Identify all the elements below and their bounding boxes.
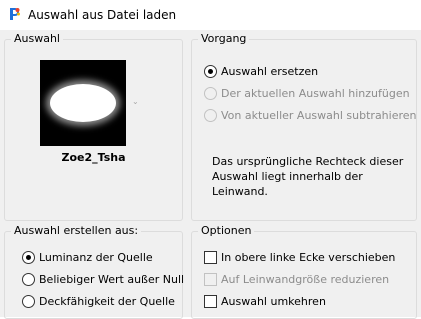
radio-button[interactable] [22,295,35,308]
radio-button-disabled [204,109,217,122]
radio-label: Auswahl ersetzen [221,65,319,78]
radio-button-checked[interactable] [204,65,217,78]
vorgang-group: Vorgang Auswahl ersetzen Der aktuellen A… [191,32,417,221]
optionen-group: Optionen In obere linke Ecke verschieben… [191,224,417,319]
radio-label: Deckfähigkeit der Quelle [39,295,175,308]
selection-name: Zoe2_Tsha [61,151,126,164]
auswahl-group-label: Auswahl [11,32,63,46]
optionen-group-label: Optionen [198,224,255,238]
checkbox-label: Auf Leinwandgröße reduzieren [221,273,390,286]
dialog-body: Auswahl ⌄ Zoe2_Tsha Vorgang Auswahl erse… [0,30,421,319]
auswahl-group: Auswahl ⌄ Zoe2_Tsha [4,32,183,221]
window-title: Auswahl aus Datei laden [28,8,177,22]
checkbox-label: Auswahl umkehren [221,295,326,308]
checkbox-label: In obere linke Ecke verschieben [221,251,396,264]
selection-preview-thumbnail[interactable] [40,60,126,146]
radio-label: Von aktueller Auswahl subtrahieren [221,109,417,122]
radio-label: Der aktuellen Auswahl hinzufügen [221,87,410,100]
selection-preview-shape [50,84,116,122]
radio-button-disabled [204,87,217,100]
chevron-down-icon[interactable]: ⌄ [132,98,139,106]
title-bar: Auswahl aus Datei laden [0,0,421,30]
radio-label: Luminanz der Quelle [39,251,153,264]
psp-app-icon [10,8,20,20]
vorgang-group-label: Vorgang [198,32,250,46]
checkbox-disabled [204,273,217,286]
info-text: Das ursprüngliche Rechteck dieser Auswah… [212,155,404,198]
auswahl-erstellen-group-label: Auswahl erstellen aus: [11,224,142,238]
radio-button-checked[interactable] [22,251,35,264]
checkbox[interactable] [204,251,217,264]
auswahl-erstellen-group: Auswahl erstellen aus: Luminanz der Quel… [4,224,185,319]
checkbox[interactable] [204,295,217,308]
radio-label: Beliebiger Wert außer Null [39,273,185,286]
radio-button[interactable] [22,273,35,286]
